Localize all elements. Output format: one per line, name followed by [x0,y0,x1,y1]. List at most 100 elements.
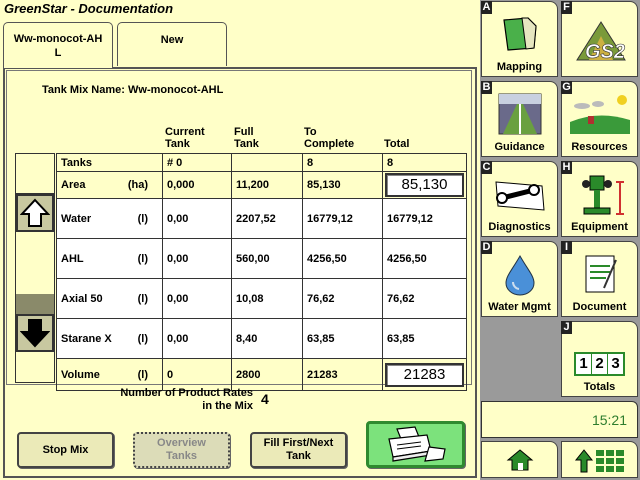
cell-current: 0,00 [162,198,232,239]
tab-ww-monocot-ahl[interactable]: Ww-monocot-AH L [3,22,113,68]
cell-to-complete: 16779,12 [302,198,383,239]
product-rates-value: 4 [261,391,269,407]
tractor-icon [562,172,637,220]
window-title: GreenStar - Documentation [4,1,174,16]
menu-button[interactable] [561,441,638,478]
cell-total: 63,85 [382,318,467,359]
cell-text: Volume [61,368,100,381]
cell-to-complete: 21283 [302,358,383,391]
totals-digit: 3 [611,355,620,372]
sidebar-label: Water Mgmt [488,301,551,313]
header-total: Total [384,138,410,150]
sidebar-item-mapping[interactable]: A Mapping [481,1,558,77]
cell-full: 8,40 [231,318,303,359]
arrow-up-icon [20,198,50,227]
product-rates-label: Number of Product Rates in the Mix [120,387,253,412]
unit-label: (ha) [127,179,148,191]
cell-text: Tanks [61,156,92,169]
cell-current: 0,00 [162,318,232,359]
overview-tanks-button[interactable]: Overview Tanks [133,432,230,468]
header-current-tank: Current Tank [165,126,205,150]
tank-mix-table: Tanks # 0 8 8 Area (ha) 0,000 11,200 85,1… [56,153,467,391]
table-row-area: Area (ha) 0,000 11,200 85,130 85,130 [56,171,467,199]
sidebar-label: Resources [571,141,628,153]
sidebar-item-equipment[interactable]: H Equipment [561,161,638,237]
cell-current: # 0 [162,153,232,172]
documentation-area: GreenStar - Documentation New Ww-monocot… [0,0,480,480]
sidebar-item-diagnostics[interactable]: C Diagnostics [481,161,558,237]
menu-grid-icon [562,448,637,474]
water-drop-icon [482,252,557,296]
stop-mix-label: Stop Mix [42,443,89,456]
table-row-product[interactable]: Axial 50 (l) 0,00 10,08 76,62 76,62 [56,278,467,319]
sidebar-label: Totals [583,381,616,393]
sidebar-item-gs2[interactable]: F GS2 [561,1,638,77]
table-row-product[interactable]: Starane X (l) 0,00 8,40 63,85 63,85 [56,318,467,359]
sidebar-item-water-mgmt[interactable]: D Water Mgmt [481,241,558,317]
product-name-cell: Water (l) [56,198,163,239]
table-row-tanks: Tanks # 0 8 8 [56,153,467,172]
clock-time: 15:21 [591,412,627,428]
unit-label: (l) [137,292,148,305]
fill-first-label: Fill First/Next Tank [263,437,334,462]
arrow-down-icon [20,319,50,348]
cell-current: 0,00 [162,238,232,279]
stop-mix-button[interactable]: Stop Mix [17,432,114,468]
tank-mix-name-row: Tank Mix Name: Ww-monocot-AHL [42,84,223,96]
tank-mix-label: Tank Mix Name: [42,84,125,96]
product-name-cell: Axial 50 (l) [56,278,163,319]
cell-to-complete: 85,130 [302,171,383,199]
scroll-thumb[interactable] [16,294,54,314]
cell-to-complete: 63,85 [302,318,383,359]
unit-label: (l) [137,252,148,265]
resources-icon [562,92,637,136]
cell-total: 21283 [382,358,467,391]
row-name-volume: Volume (l) [56,358,163,391]
cell-full [231,153,303,172]
document-icon [562,252,637,296]
clock-panel: 15:21 [481,401,638,438]
table-row-product[interactable]: AHL (l) 0,00 560,00 4256,50 4256,50 [56,238,467,279]
scroll-up-button[interactable] [16,194,54,232]
cell-to-complete: 76,62 [302,278,383,319]
scroll-column [15,153,55,383]
area-total-field[interactable]: 85,130 [385,173,464,197]
cell-to-complete: 8 [302,153,383,172]
product-name: AHL [61,252,84,265]
cell-full: 11,200 [231,171,303,199]
sidebar-item-resources[interactable]: G Resources [561,81,638,157]
sidebar-label: Diagnostics [488,221,551,233]
gs2-logo-text: GS2 [585,41,625,63]
row-name-area: Area (ha) [56,171,163,199]
sidebar-item-document[interactable]: I Document [561,241,638,317]
volume-total-field[interactable]: 21283 [385,362,464,387]
home-button[interactable] [481,441,558,478]
cell-total: 16779,12 [382,198,467,239]
cell-full: 2207,52 [231,198,303,239]
sidebar-item-guidance[interactable]: B Guidance [481,81,558,157]
fill-first-next-tank-button[interactable]: Fill First/Next Tank [250,432,347,468]
guidance-icon [482,92,557,136]
sidebar-label: Mapping [496,61,543,73]
unit-label: (l) [137,332,148,345]
tank-mix-name: Ww-monocot-AHL [128,84,224,96]
table-row-product[interactable]: Water (l) 0,00 2207,52 16779,12 16779,12 [56,198,467,239]
product-name: Axial 50 [61,292,103,305]
scroll-track-upper[interactable] [16,234,54,294]
cell-current: 0,00 [162,278,232,319]
cell-full: 2800 [231,358,303,391]
wrench-icon [482,176,557,216]
print-button[interactable] [366,421,465,468]
cell-to-complete: 4256,50 [302,238,383,279]
sidebar-item-totals[interactable]: J 1 2 3 Totals [561,321,638,397]
totals-icon: 1 2 3 [562,352,637,376]
scroll-down-button[interactable] [16,314,54,352]
cell-current: 0 [162,358,232,391]
softkey-letter: F [561,1,572,14]
cell-full: 10,08 [231,278,303,319]
tab-new[interactable]: New [117,22,227,66]
product-name: Water [61,212,92,225]
totals-digit: 1 [576,354,592,374]
table-row-volume: Volume (l) 0 2800 21283 21283 [56,358,467,391]
printer-icon [387,425,446,462]
